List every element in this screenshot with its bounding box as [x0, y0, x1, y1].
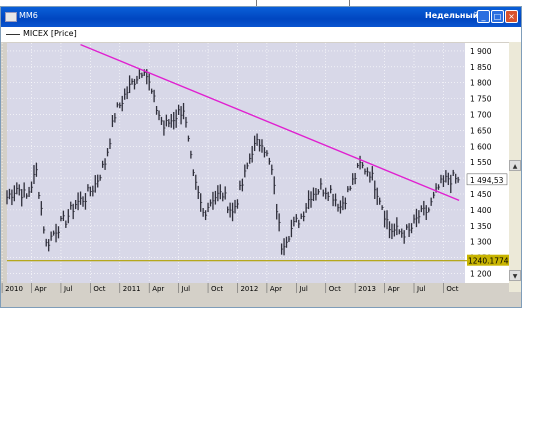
scroll-up-button[interactable]: ▲: [509, 160, 521, 171]
y-tick-label: 1 550: [470, 158, 492, 167]
x-tick-label: Jul: [298, 285, 308, 293]
y-tick-label: 1 450: [470, 190, 492, 199]
x-tick-label: 2012: [240, 285, 258, 293]
scroll-down-button[interactable]: ▼: [509, 270, 521, 281]
support-price-label: 1240.1774: [468, 257, 509, 266]
support-price-tag: 1240.1774: [467, 254, 511, 266]
x-tick-label: Apr: [388, 285, 400, 293]
x-tick-label: Oct: [211, 285, 223, 293]
price-chart[interactable]: 1 900 1 850 1 800 1 750 1 700 1 650 1 600 1 550…: [1, 7, 521, 307]
x-tick-label: 2013: [358, 285, 376, 293]
last-price-label: 1 494,53: [470, 176, 504, 185]
y-tick-label: 1 200: [470, 269, 492, 278]
y-tick-label: 1 300: [470, 238, 492, 247]
y-tick-label: 1 700: [470, 111, 492, 120]
x-axis-labels: 2010 Apr Jul Oct 2011 Apr Jul Oct 2012 Apr Jul Oct 2…: [1, 283, 459, 293]
x-tick-label: Oct: [446, 285, 458, 293]
y-tick-label: 1 900: [470, 47, 492, 56]
x-tick-label: 2011: [123, 285, 141, 293]
chart-window: MM6 Недельный _ □ × MICEX [Price] 1 900 1…: [0, 6, 522, 308]
x-tick-label: Apr: [35, 285, 47, 293]
y-tick-label: 1 650: [470, 126, 492, 135]
x-tick-label: Apr: [270, 285, 282, 293]
plot-area: [7, 43, 465, 283]
y-tick-label: 1 400: [470, 206, 492, 215]
y-tick-label: 1 800: [470, 79, 492, 88]
vertical-scrollbar[interactable]: ▲ ▼: [509, 42, 521, 292]
x-tick-label: Jul: [181, 285, 191, 293]
x-tick-label: 2010: [5, 285, 23, 293]
x-tick-label: Apr: [152, 285, 164, 293]
horizontal-scrollbar[interactable]: [1, 294, 521, 306]
x-tick-label: Oct: [93, 285, 105, 293]
y-axis-labels: 1 900 1 850 1 800 1 750 1 700 1 650 1 600 1 550…: [470, 47, 492, 279]
y-tick-label: 1 350: [470, 222, 492, 231]
y-tick-label: 1 600: [470, 142, 492, 151]
x-tick-label: Oct: [329, 285, 341, 293]
last-price-tag: 1 494,53: [466, 173, 508, 186]
y-tick-label: 1 850: [470, 63, 492, 72]
x-tick-label: Jul: [416, 285, 426, 293]
y-tick-label: 1 750: [470, 95, 492, 104]
x-tick-label: Jul: [63, 285, 73, 293]
